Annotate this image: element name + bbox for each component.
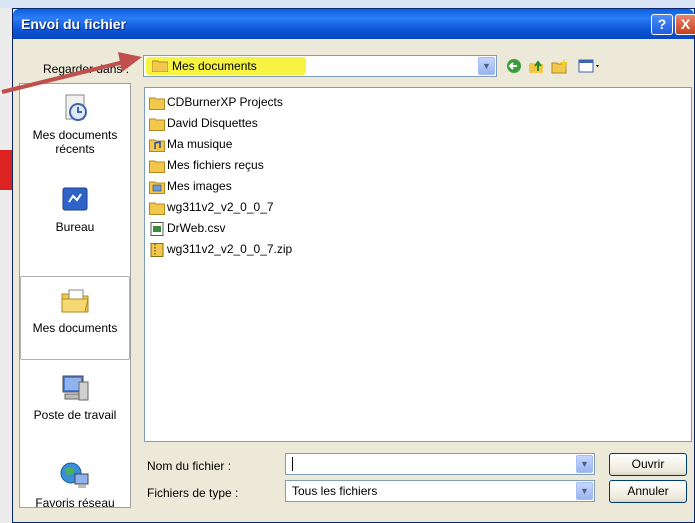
list-item[interactable]: wg311v2_v2_0_0_7.zip bbox=[149, 240, 292, 258]
place-label: Bureau bbox=[55, 220, 95, 234]
recent-documents-icon bbox=[65, 94, 87, 121]
list-item[interactable]: DrWeb.csv bbox=[149, 219, 225, 237]
zip-file-icon bbox=[150, 242, 164, 257]
folder-icon bbox=[149, 160, 165, 173]
open-button[interactable]: Ouvrir bbox=[609, 453, 687, 476]
list-item[interactable]: Mes images bbox=[149, 177, 232, 195]
dialog-title: Envoi du fichier bbox=[21, 16, 127, 32]
desktop-icon bbox=[62, 187, 88, 211]
filename-label: Nom du fichier : bbox=[147, 459, 232, 473]
list-item[interactable]: wg311v2_v2_0_0_7 bbox=[149, 198, 274, 216]
close-button[interactable]: X bbox=[675, 14, 695, 35]
look-in-value: Mes documents bbox=[172, 59, 257, 73]
chevron-down-icon[interactable]: ▼ bbox=[478, 57, 495, 75]
folder-icon bbox=[149, 202, 165, 215]
chevron-down-icon[interactable]: ▼ bbox=[576, 455, 593, 473]
place-label: Favoris réseau bbox=[35, 496, 115, 510]
new-folder-icon[interactable] bbox=[551, 58, 569, 76]
look-in-dropdown[interactable]: Mes documents ▼ bbox=[143, 55, 497, 77]
folder-icon bbox=[149, 118, 165, 131]
list-item[interactable]: David Disquettes bbox=[149, 114, 258, 132]
my-computer-icon bbox=[62, 375, 89, 401]
background-window-strip bbox=[0, 0, 695, 8]
place-my-computer[interactable]: Poste de travail bbox=[20, 372, 130, 422]
filetype-label: Fichiers de type : bbox=[147, 486, 239, 500]
filetype-value: Tous les fichiers bbox=[292, 484, 378, 498]
back-arrow-icon[interactable] bbox=[505, 58, 523, 76]
help-button[interactable]: ? bbox=[651, 14, 673, 35]
up-folder-icon[interactable] bbox=[527, 58, 545, 76]
place-network[interactable]: Favoris réseau bbox=[20, 460, 130, 510]
place-recent-documents[interactable]: Mes documents récents bbox=[20, 92, 130, 156]
music-folder-icon bbox=[149, 139, 165, 152]
folder-icon bbox=[149, 97, 165, 110]
file-upload-dialog: Envoi du fichier ? X Regarder dans : Mes… bbox=[12, 8, 695, 523]
csv-file-icon bbox=[150, 221, 164, 236]
places-bar: Mes documents récents Bureau Mes documen… bbox=[19, 83, 131, 510]
text-cursor bbox=[292, 457, 293, 471]
title-bar[interactable]: Envoi du fichier ? X bbox=[13, 9, 695, 39]
folder-icon bbox=[152, 60, 168, 72]
list-item[interactable]: Ma musique bbox=[149, 135, 232, 153]
place-my-documents[interactable]: Mes documents bbox=[20, 276, 130, 360]
place-label: Poste de travail bbox=[33, 408, 117, 422]
list-item[interactable]: CDBurnerXP Projects bbox=[149, 93, 283, 111]
network-places-icon bbox=[60, 462, 89, 488]
my-documents-icon bbox=[61, 289, 89, 313]
look-in-label: Regarder dans : bbox=[43, 62, 130, 76]
background-window-element bbox=[0, 150, 12, 190]
chevron-down-icon[interactable]: ▼ bbox=[576, 482, 593, 500]
file-list[interactable]: CDBurnerXP Projects David Disquettes Ma … bbox=[144, 87, 692, 442]
place-label: Mes documents bbox=[32, 321, 118, 335]
place-desktop[interactable]: Bureau bbox=[20, 184, 130, 234]
filetype-select[interactable]: Tous les fichiers ▼ bbox=[285, 480, 595, 502]
place-label: Mes documents récents bbox=[32, 128, 118, 156]
view-menu-icon[interactable] bbox=[577, 58, 603, 76]
pictures-folder-icon bbox=[149, 181, 165, 194]
cancel-button[interactable]: Annuler bbox=[609, 480, 687, 503]
filename-field[interactable]: ▼ bbox=[285, 453, 595, 475]
list-item[interactable]: Mes fichiers reçus bbox=[149, 156, 264, 174]
background-window-edge bbox=[0, 8, 12, 523]
